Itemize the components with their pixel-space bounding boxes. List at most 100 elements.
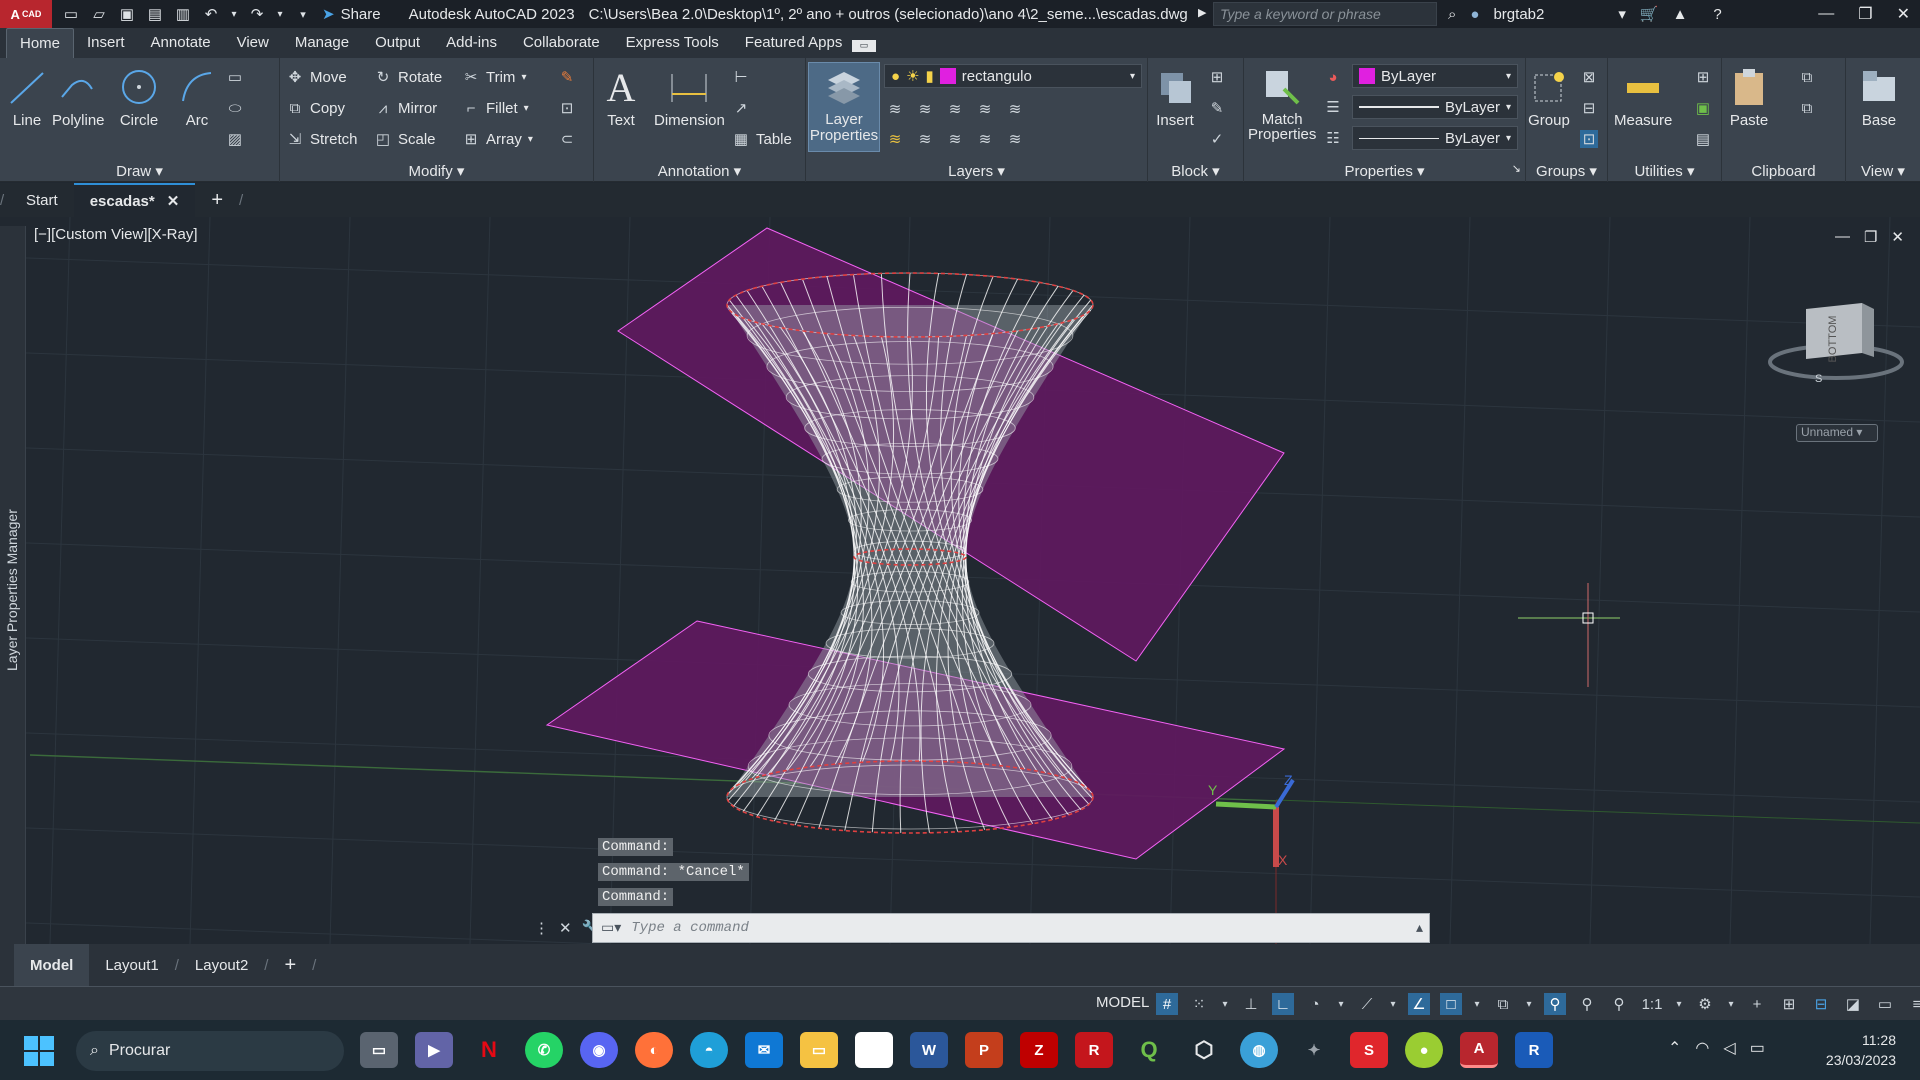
erase-icon[interactable]: ✎: [558, 68, 576, 86]
layer-merge-icon[interactable]: ≋: [1006, 130, 1024, 148]
save-icon[interactable]: ▣: [118, 5, 136, 23]
fillet-button[interactable]: ⌐ Fillet ▾: [462, 99, 529, 117]
object-snap-tracking-icon[interactable]: ∠: [1408, 993, 1430, 1015]
ungroup-icon[interactable]: ⊠: [1580, 68, 1598, 86]
base-button[interactable]: Base: [1858, 66, 1900, 129]
isometric-dropdown-icon[interactable]: ▾: [1388, 993, 1398, 1015]
group-edit-icon[interactable]: ⊟: [1580, 99, 1598, 117]
fruit-app-icon[interactable]: ●: [1405, 1032, 1443, 1068]
tab-add-ins[interactable]: Add-ins: [433, 28, 510, 58]
layer-previous-icon[interactable]: ≋: [946, 100, 964, 118]
explode-icon[interactable]: ⊡: [558, 99, 576, 117]
polyline-button[interactable]: Polyline: [52, 66, 105, 129]
tab-express-tools[interactable]: Express Tools: [613, 28, 732, 58]
3d-osnap-icon[interactable]: ⧉: [1492, 993, 1514, 1015]
taskbar-search[interactable]: ⌕ Procurar: [76, 1031, 344, 1071]
word-icon[interactable]: W: [910, 1032, 948, 1068]
ortho-icon[interactable]: ∟: [1272, 993, 1294, 1015]
hatch-icon[interactable]: ▨: [226, 130, 244, 148]
search-expand-icon[interactable]: ▶: [1198, 6, 1206, 19]
match-properties-button[interactable]: Match Properties: [1248, 66, 1316, 142]
pdf-reader-icon[interactable]: R: [1075, 1032, 1113, 1068]
qgis-icon[interactable]: Q: [1130, 1032, 1168, 1068]
powerpoint-icon[interactable]: P: [965, 1032, 1003, 1068]
units-icon[interactable]: ⊞: [1778, 993, 1800, 1015]
dimension-button[interactable]: Dimension: [654, 66, 725, 129]
layer-unisolate-icon[interactable]: ≋: [916, 130, 934, 148]
panel-title-groups[interactable]: Groups ▾: [1526, 162, 1607, 180]
new-tab-icon[interactable]: +: [195, 183, 239, 217]
table-button[interactable]: ▦ Table: [732, 130, 792, 149]
user-icon[interactable]: ●: [1470, 6, 1479, 23]
tab-collaborate[interactable]: Collaborate: [510, 28, 613, 58]
undo-dropdown-icon[interactable]: ▾: [230, 5, 238, 23]
workspace-gear-icon[interactable]: ⚙: [1694, 993, 1716, 1015]
model-space-button[interactable]: MODEL: [1096, 994, 1149, 1011]
globe-app-icon[interactable]: ◍: [1240, 1032, 1278, 1068]
ribbon-state-toggle-icon[interactable]: ▭: [852, 40, 876, 52]
windows-start-button[interactable]: [24, 1036, 54, 1066]
taskbar-clock[interactable]: 11:28 23/03/2023: [1826, 1030, 1896, 1070]
viewport-restore-icon[interactable]: ❐: [1864, 228, 1877, 246]
autocad-taskbar-icon[interactable]: A: [1460, 1032, 1498, 1068]
cart-icon[interactable]: 🛒: [1640, 5, 1659, 23]
scale-button[interactable]: ◰ Scale: [374, 130, 436, 149]
firefox-icon[interactable]: ◐: [635, 1032, 673, 1068]
new-layout-icon[interactable]: +: [268, 944, 312, 986]
annotation-visibility-icon[interactable]: ⚲: [1544, 993, 1566, 1015]
tab-layout1[interactable]: Layout1: [89, 944, 174, 986]
tab-output[interactable]: Output: [362, 28, 433, 58]
user-name[interactable]: brgtab2: [1493, 6, 1544, 23]
viewport-minimize-icon[interactable]: —: [1835, 228, 1850, 246]
tab-home[interactable]: Home: [6, 28, 75, 58]
snap-icon[interactable]: ⁙: [1188, 993, 1210, 1015]
task-view-icon[interactable]: ▭: [360, 1032, 398, 1068]
user-dropdown-icon[interactable]: ▾: [1618, 5, 1626, 23]
whatsapp-icon[interactable]: ✆: [525, 1032, 563, 1068]
array-button[interactable]: ⊞ Array ▾: [462, 130, 533, 149]
object-snap-icon[interactable]: □: [1440, 993, 1462, 1015]
auto-scale-icon[interactable]: ⚲: [1576, 993, 1598, 1015]
leader-icon[interactable]: ↗: [732, 99, 750, 117]
annotation-scale-value[interactable]: 1:1: [1640, 993, 1664, 1015]
layer-walk-icon[interactable]: ≋: [1006, 100, 1024, 118]
help-search-input[interactable]: Type a keyword or phrase: [1213, 2, 1437, 26]
minimize-icon[interactable]: —: [1818, 5, 1834, 23]
revit-icon[interactable]: R: [1515, 1032, 1553, 1068]
tab-escadas[interactable]: escadas* ✕: [73, 183, 196, 217]
new-file-icon[interactable]: ▭: [62, 5, 80, 23]
sketchup-icon[interactable]: S: [1350, 1032, 1388, 1068]
select-all-icon[interactable]: ▣: [1694, 99, 1712, 117]
color-dropdown[interactable]: ByLayer ▾: [1352, 64, 1518, 88]
plot-icon[interactable]: ▥: [174, 5, 192, 23]
panel-title-modify[interactable]: Modify ▾: [280, 162, 593, 180]
rotate-button[interactable]: ↻ Rotate: [374, 68, 443, 87]
app-menu-button[interactable]: A CAD: [0, 0, 52, 28]
layer-lock-tool-icon[interactable]: ≋: [976, 100, 994, 118]
layer-unlock-icon[interactable]: ≋: [976, 130, 994, 148]
osnap-dropdown-icon[interactable]: ▾: [1472, 993, 1482, 1015]
command-input[interactable]: ▭▾ Type a command ▴: [592, 913, 1430, 943]
edge-icon[interactable]: ◓: [690, 1032, 728, 1068]
drawing-canvas[interactable]: Z Y X BOTTOM S: [0, 217, 1920, 944]
circle-button[interactable]: Circle: [118, 66, 160, 129]
layer-properties-button[interactable]: Layer Properties: [808, 62, 880, 152]
panel-title-layers[interactable]: Layers ▾: [806, 162, 1147, 180]
layer-match-icon[interactable]: ≋: [916, 100, 934, 118]
create-block-icon[interactable]: ⊞: [1208, 68, 1226, 86]
panel-title-properties[interactable]: Properties ▾ ↘: [1244, 162, 1525, 180]
save-as-icon[interactable]: ▤: [146, 5, 164, 23]
panel-title-draw[interactable]: Draw ▾: [0, 162, 279, 180]
paste-button[interactable]: Paste: [1728, 66, 1770, 129]
game-icon[interactable]: ✦: [1295, 1032, 1333, 1068]
array-dropdown-icon[interactable]: ▾: [528, 134, 533, 145]
move-button[interactable]: ✥ Move: [286, 68, 347, 87]
annotation-monitor-icon[interactable]: +: [1746, 993, 1768, 1015]
snap-dropdown-icon[interactable]: ▾: [1220, 993, 1230, 1015]
filezilla-icon[interactable]: Z: [1020, 1032, 1058, 1068]
line-button[interactable]: Line: [6, 66, 48, 129]
ellipse-icon[interactable]: ⬭: [226, 99, 244, 117]
layer-off-icon[interactable]: ≋: [886, 130, 904, 148]
tab-model[interactable]: Model: [14, 944, 90, 986]
isolate-objects-icon[interactable]: ◪: [1842, 993, 1864, 1015]
